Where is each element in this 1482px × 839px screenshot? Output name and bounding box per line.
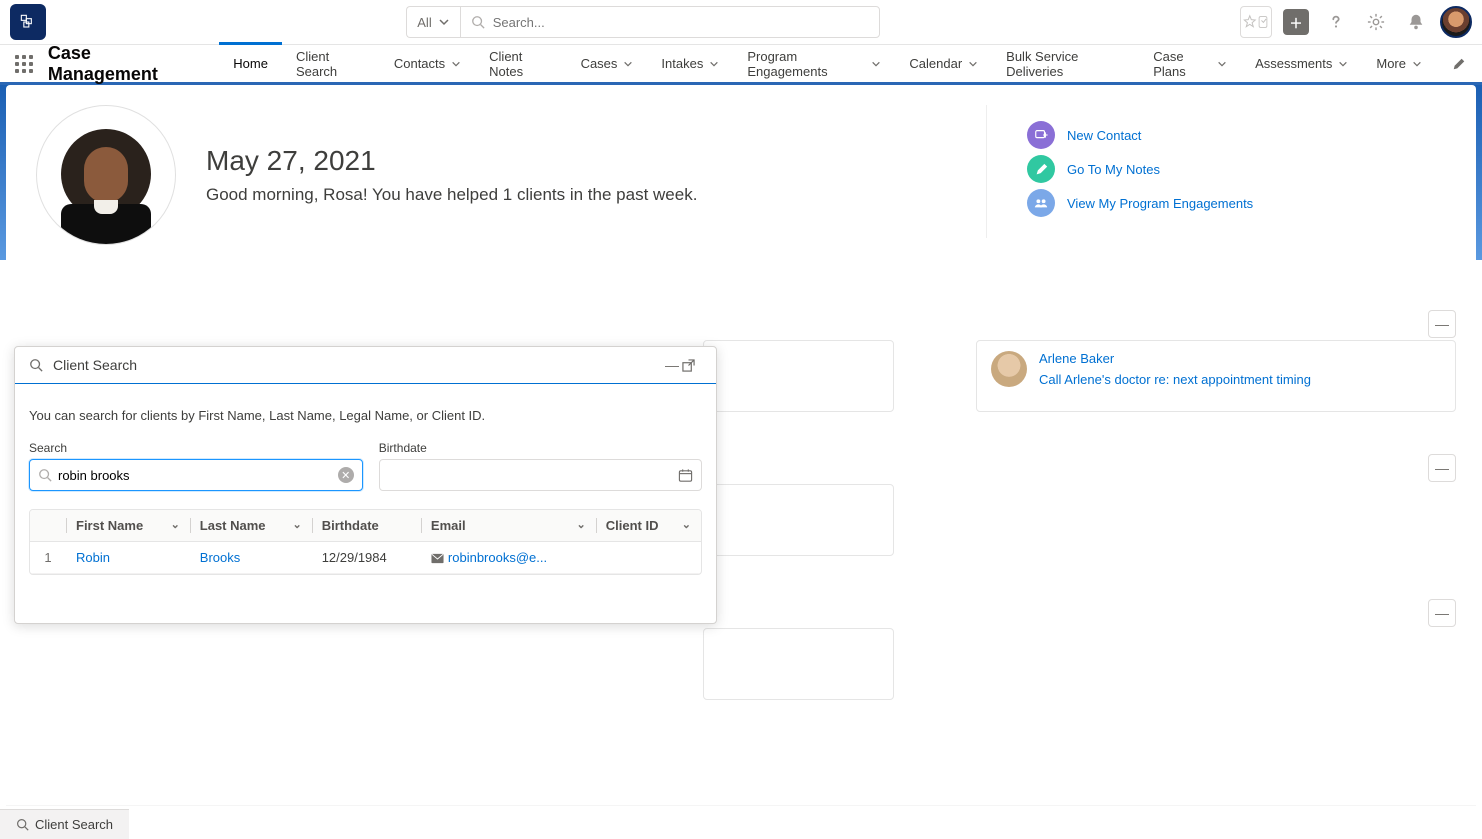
stage: May 27, 2021 Good morning, Rosa! You hav… [0,85,1482,805]
salesforce-logo[interactable] [10,4,46,40]
app-launcher[interactable] [0,45,48,82]
user-photo [36,105,176,245]
utility-bar: Client Search [0,809,129,839]
search-scope-dropdown[interactable]: All [406,6,459,38]
global-search-wrap: All [406,6,879,38]
hero-action-new-contact[interactable]: New Contact [1027,121,1406,149]
popup-hint: You can search for clients by First Name… [29,408,702,423]
popup-minimize-button[interactable]: — [662,357,682,373]
nav-tab-client-search[interactable]: Client Search [282,45,380,82]
search-icon [38,468,52,482]
search-scope-label: All [417,15,431,30]
global-search-input[interactable] [493,15,869,30]
search-input-wrap[interactable]: ✕ [29,459,363,491]
popup-popout-button[interactable] [682,359,702,372]
help-icon[interactable] [1320,6,1352,38]
header-actions: ＋ [1240,6,1472,38]
email-link[interactable]: robinbrooks@e... [448,550,547,565]
nav-tab-program-engagements[interactable]: Program Engagements [733,45,895,82]
nav-tab-more[interactable]: More [1362,45,1436,82]
hero-greeting: Good morning, Rosa! You have helped 1 cl… [206,185,697,205]
app-title: Case Management [48,45,219,82]
nav-tab-client-notes[interactable]: Client Notes [475,45,566,82]
nav-tabs: HomeClient SearchContactsClient NotesCas… [219,45,1436,82]
first-name-link[interactable]: Robin [76,550,110,565]
search-field-label: Search [29,441,363,455]
hero-section: May 27, 2021 Good morning, Rosa! You hav… [6,85,1476,258]
search-results: First Name⌄Last Name⌄BirthdateEmail⌄Clie… [29,509,702,575]
col-last-name[interactable]: Last Name⌄ [190,510,312,542]
utility-client-search[interactable]: Client Search [8,810,121,839]
client-avatar [991,351,1027,387]
section-collapse-button[interactable]: — [1428,310,1456,338]
card-edge [703,340,894,412]
context-bar: Case Management HomeClient SearchContact… [0,45,1482,85]
client-search-popup: Client Search — You can search for clien… [14,346,717,624]
clear-input-icon[interactable]: ✕ [338,467,354,483]
nav-tab-contacts[interactable]: Contacts [380,45,475,82]
col-birthdate[interactable]: Birthdate [312,510,421,542]
search-icon [29,358,43,372]
client-search-input[interactable] [58,468,338,483]
notifications-bell-icon[interactable] [1400,6,1432,38]
birthdate-input[interactable] [394,468,678,483]
nav-tab-intakes[interactable]: Intakes [647,45,733,82]
home-sections: — — — Arlene Baker Call Arlene's doctor … [6,258,1476,278]
hero-actions: New Contact Go To My Notes View My Program… [986,105,1446,238]
section-collapse-button[interactable]: — [1428,599,1456,627]
birthdate-input-wrap[interactable] [379,459,702,491]
popup-header: Client Search — [15,347,716,384]
card-edge [703,628,894,700]
client-name-link[interactable]: Arlene Baker [1039,351,1311,366]
hero-action-view-my-program-engagements[interactable]: View My Program Engagements [1027,189,1406,217]
search-icon [16,818,29,831]
utility-item-label: Client Search [35,817,113,832]
nav-tab-assessments[interactable]: Assessments [1241,45,1362,82]
nav-tab-case-plans[interactable]: Case Plans [1139,45,1241,82]
nav-tab-calendar[interactable]: Calendar [895,45,992,82]
card-edge [703,484,894,556]
col-client-id[interactable]: Client ID⌄ [596,510,701,542]
section-collapse-button[interactable]: — [1428,454,1456,482]
birthdate-field-label: Birthdate [379,441,702,455]
global-header: All ＋ [0,0,1482,45]
setup-gear-icon[interactable] [1360,6,1392,38]
popup-title: Client Search [53,357,137,373]
client-task-card[interactable]: Arlene Baker Call Arlene's doctor re: ne… [976,340,1456,412]
global-add-button[interactable]: ＋ [1280,6,1312,38]
search-icon [471,15,485,29]
col-email[interactable]: Email⌄ [421,510,596,542]
hero-action-go-to-my-notes[interactable]: Go To My Notes [1027,155,1406,183]
calendar-icon[interactable] [678,468,693,483]
user-avatar[interactable] [1440,6,1472,38]
nav-tab-home[interactable]: Home [219,45,282,82]
hero-date: May 27, 2021 [206,145,697,177]
client-task-link[interactable]: Call Arlene's doctor re: next appointmen… [1039,372,1311,387]
edit-nav-pencil-icon[interactable] [1436,45,1482,82]
nav-tab-cases[interactable]: Cases [567,45,648,82]
last-name-link[interactable]: Brooks [200,550,240,565]
global-search[interactable] [460,6,880,38]
table-row[interactable]: 1RobinBrooks12/29/1984robinbrooks@e... [30,542,701,574]
col-first-name[interactable]: First Name⌄ [66,510,190,542]
results-table: First Name⌄Last Name⌄BirthdateEmail⌄Clie… [30,510,701,574]
favorites-button[interactable] [1240,6,1272,38]
waffle-icon [15,55,33,73]
nav-tab-bulk-service-deliveries[interactable]: Bulk Service Deliveries [992,45,1139,82]
